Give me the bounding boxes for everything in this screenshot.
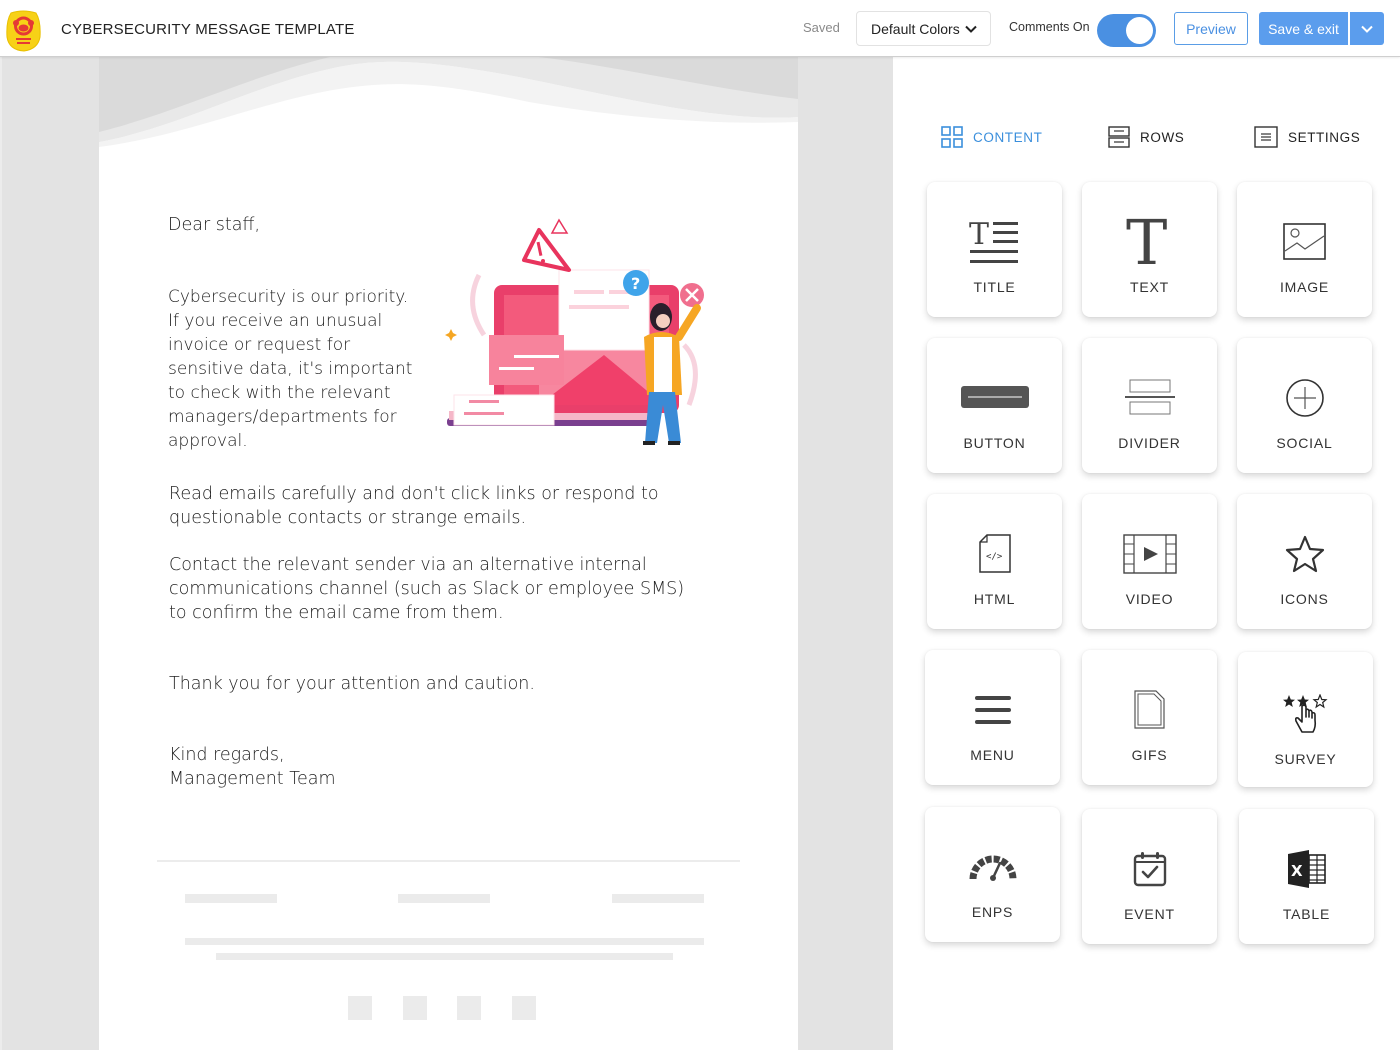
save-options-button[interactable]: [1350, 12, 1384, 45]
block-title[interactable]: T TITLE: [927, 182, 1062, 317]
block-survey[interactable]: SURVEY: [1238, 652, 1373, 787]
block-enps[interactable]: ENPS: [925, 807, 1060, 942]
comments-toggle[interactable]: [1097, 14, 1156, 47]
spreadsheet-icon: X: [1287, 850, 1326, 888]
block-menu[interactable]: MENU: [925, 650, 1060, 785]
text-icon: T: [1126, 216, 1167, 268]
block-label: TABLE: [1282, 906, 1331, 922]
gauge-icon: [969, 855, 1016, 881]
svg-text:</>: </>: [986, 552, 1003, 562]
email-paragraph[interactable]: Contact the relevant sender via an alter…: [169, 553, 699, 625]
block-image[interactable]: IMAGE: [1237, 182, 1372, 317]
tab-settings[interactable]: SETTINGS: [1254, 126, 1360, 148]
footer-placeholder-social: [512, 996, 536, 1020]
toggle-knob: [1126, 17, 1153, 44]
block-event[interactable]: EVENT: [1082, 809, 1217, 944]
chevron-down-icon: [1361, 25, 1373, 33]
title-icon: T: [969, 218, 1018, 263]
block-text[interactable]: T TEXT: [1082, 182, 1217, 317]
block-social[interactable]: SOCIAL: [1237, 338, 1372, 473]
footer-divider: [157, 860, 740, 862]
page-title: CYBERSECURITY MESSAGE TEMPLATE: [61, 21, 355, 38]
save-exit-button[interactable]: Save & exit: [1259, 12, 1348, 45]
block-label: TEXT: [1130, 279, 1169, 295]
block-label: SOCIAL: [1276, 435, 1333, 451]
color-scheme-value: Default Colors: [871, 20, 960, 37]
chevron-down-icon: [965, 25, 977, 33]
footer-placeholder-social: [403, 996, 427, 1020]
footer-placeholder-line: [216, 953, 673, 960]
svg-text:T: T: [1126, 216, 1167, 268]
top-bar: CYBERSECURITY MESSAGE TEMPLATE Saved Def…: [0, 0, 1400, 57]
block-label: TITLE: [973, 279, 1016, 295]
tab-label: CONTENT: [973, 129, 1043, 145]
block-gifs[interactable]: GIFS: [1082, 650, 1217, 785]
header-wave-decoration: [99, 57, 798, 147]
tab-label: ROWS: [1140, 129, 1185, 145]
block-label: EVENT: [1124, 906, 1175, 922]
grid-icon: [941, 126, 963, 148]
email-greeting[interactable]: Dear staff,: [168, 213, 260, 237]
footer-placeholder-link: [185, 894, 277, 903]
survey-icon: [1282, 694, 1328, 733]
block-video[interactable]: VIDEO: [1082, 494, 1217, 629]
footer-placeholder-line: [185, 938, 704, 945]
block-label: IMAGE: [1279, 279, 1330, 295]
block-label: VIDEO: [1125, 591, 1174, 607]
block-label: BUTTON: [963, 435, 1026, 451]
tab-content[interactable]: CONTENT: [941, 126, 1042, 148]
gif-icon: [1133, 690, 1165, 729]
block-label: ENPS: [971, 904, 1014, 920]
phishing-warning-illustration[interactable]: ?: [439, 215, 714, 447]
email-paragraph[interactable]: Read emails carefully and don't click li…: [169, 482, 689, 530]
block-divider[interactable]: DIVIDER: [1082, 338, 1217, 473]
comments-label: Comments On: [1009, 20, 1090, 34]
content-panel: CONTENT ROWS SETTINGS T TITLE T TEXT IMA…: [893, 57, 1400, 1050]
tab-rows[interactable]: ROWS: [1108, 126, 1184, 148]
rows-icon: [1108, 126, 1130, 148]
monkey-logo-icon[interactable]: [5, 9, 42, 52]
html-icon: </>: [978, 534, 1011, 573]
block-label: HTML: [973, 591, 1016, 607]
block-label: DIVIDER: [1118, 435, 1181, 451]
svg-text:X: X: [1291, 862, 1303, 880]
social-icon: [1285, 379, 1324, 417]
video-icon: [1122, 534, 1177, 574]
image-icon: [1282, 223, 1326, 260]
divider-icon: [1124, 379, 1175, 415]
block-html[interactable]: </> HTML: [927, 494, 1062, 629]
block-label: SURVEY: [1274, 751, 1337, 767]
email-signoff[interactable]: Kind regards, Management Team: [169, 743, 336, 791]
star-icon: [1285, 535, 1324, 573]
block-icons[interactable]: ICONS: [1237, 494, 1372, 629]
footer-placeholder-link: [612, 894, 704, 903]
block-button[interactable]: BUTTON: [927, 338, 1062, 473]
settings-icon: [1254, 126, 1278, 148]
calendar-check-icon: [1133, 852, 1166, 887]
email-body[interactable]: Dear staff, Cybersecurity is our priorit…: [99, 57, 798, 1050]
footer-placeholder-social: [457, 996, 481, 1020]
save-status: Saved: [803, 20, 840, 35]
footer-placeholder-social: [348, 996, 372, 1020]
tab-label: SETTINGS: [1288, 129, 1361, 145]
menu-icon: [974, 696, 1011, 724]
email-paragraph[interactable]: Cybersecurity is our priority. If you re…: [168, 285, 438, 453]
color-scheme-select[interactable]: Default Colors: [856, 11, 991, 46]
button-icon: [960, 386, 1029, 408]
block-label: MENU: [970, 747, 1015, 763]
block-table[interactable]: X TABLE: [1239, 809, 1374, 944]
preview-button[interactable]: Preview: [1174, 12, 1248, 45]
svg-text:T: T: [969, 218, 989, 252]
block-label: ICONS: [1280, 591, 1329, 607]
email-paragraph[interactable]: Thank you for your attention and caution…: [169, 672, 535, 696]
block-label: GIFS: [1131, 747, 1168, 763]
svg-text:?: ?: [631, 274, 640, 293]
footer-placeholder-link: [398, 894, 490, 903]
